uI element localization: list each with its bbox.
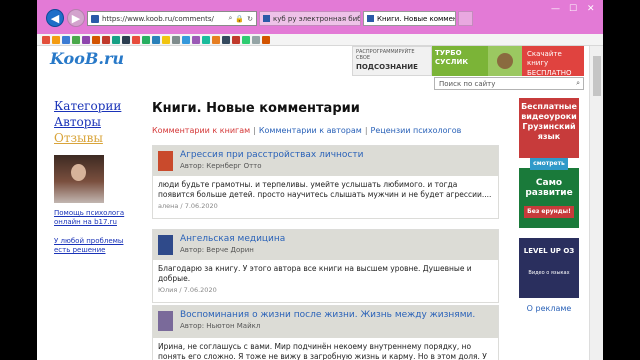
bookmark-icon[interactable] [242,35,250,44]
tab-favicon-icon [367,15,374,22]
favorites-bar [37,34,603,46]
bookmark-icon[interactable] [72,35,80,44]
new-tab-button[interactable] [458,11,473,26]
comment-card-header: Ангельская медицина Автор: Верче Дорин [153,230,498,260]
maximize-icon[interactable]: ☐ [569,4,577,14]
book-cover[interactable] [158,311,173,331]
bookmark-icon[interactable] [142,35,150,44]
ad-level-up[interactable]: LEVEL UP ОЗ Видео о языках [519,238,579,298]
book-author: Автор: Ньютон Майкл [180,322,261,330]
bookmark-icon[interactable] [212,35,220,44]
bookmark-icon[interactable] [152,35,160,44]
subnav-separator: | [253,126,256,135]
comment-text: люди будьте грамотны. и терпеливы. умейт… [158,180,492,199]
comment-meta: алена / 7.06.2020 [158,202,218,210]
browser-titlebar: ◀ ▶ https://www.koob.ru/comments/ ⌕ 🔒 ↻ … [37,0,603,34]
web-page: KooB.ru РАСПРОГРАММИРУЙТЕ СВОЕ ПОДСОЗНАН… [37,46,589,360]
nav-categories-link[interactable]: Категории [54,98,134,114]
left-sidebar: Категории Авторы Отзывы Помощь психолога… [54,98,134,255]
comments-subnav: Комментарии к книгам | Комментарии к автор… [152,126,461,135]
page-title: Книги. Новые комментарии [152,101,360,116]
bookmark-icon[interactable] [132,35,140,44]
comment-card-header: Агрессия при расстройствах личности Авто… [153,146,498,176]
lock-icon[interactable]: 🔒 [235,15,244,23]
search-icon[interactable]: ⌕ [576,79,580,88]
subnav-author-comments[interactable]: Комментарии к авторам [259,126,362,135]
book-cover[interactable] [158,235,173,255]
right-ads-column: Бесплатные видеоуроки Грузинский язык см… [519,98,579,313]
about-ads-link[interactable]: О рекламе [519,304,579,313]
ad-georgian-lessons[interactable]: Бесплатные видеоуроки Грузинский язык см… [519,98,579,170]
refresh-icon[interactable]: ↻ [247,15,253,23]
banner-part3: Скачайте книгу БЕСПЛАТНО [522,46,584,76]
bookmark-icon[interactable] [82,35,90,44]
bookmark-icon[interactable] [92,35,100,44]
gopher-image [488,46,522,76]
comment-text: Ирина, не соглашусь с вами. Мир подчинён… [158,342,487,360]
forward-icon[interactable]: ▶ [67,9,85,27]
psychologist-help-link[interactable]: Помощь психолога онлайн на b17.ru [54,209,134,227]
browser-window: ◀ ▶ https://www.koob.ru/comments/ ⌕ 🔒 ↻ … [37,0,603,360]
subnav-separator: | [364,126,368,135]
bookmark-icon[interactable] [62,35,70,44]
bookmark-icon[interactable] [182,35,190,44]
address-url: https://www.koob.ru/comments/ [102,14,214,23]
minimize-icon[interactable]: — [551,4,560,14]
top-banner-ad[interactable]: РАСПРОГРАММИРУЙТЕ СВОЕ ПОДСОЗНАНИЕ ТУРБО… [352,46,584,76]
comment-card: Ангельская медицина Автор: Верче Дорин Б… [152,229,499,303]
book-author: Автор: Верче Дорин [180,246,254,254]
bookmark-icon[interactable] [102,35,110,44]
bookmark-icon[interactable] [162,35,170,44]
site-search-input[interactable]: Поиск по сайту ⌕ [434,77,584,90]
back-icon[interactable]: ◀ [46,9,64,27]
subnav-psychologist-reviews[interactable]: Рецензии психологов [371,126,462,135]
subnav-book-comments[interactable]: Комментарии к книгам [152,126,250,135]
book-title-link[interactable]: Ангельская медицина [180,234,285,244]
comment-meta: Юлия / 7.06.2020 [158,286,217,294]
bookmark-icon[interactable] [42,35,50,44]
bookmark-icon[interactable] [222,35,230,44]
bookmark-icon[interactable] [192,35,200,44]
nav-authors-link[interactable]: Авторы [54,114,134,130]
psychologist-photo[interactable] [54,155,104,203]
book-cover[interactable] [158,151,173,171]
tab-label: Книги. Новые комментарии [377,14,455,23]
comment-card-header: Воспоминания о жизни после жизни. Жизнь … [153,306,498,338]
book-title-link[interactable]: Воспоминания о жизни после жизни. Жизнь … [180,310,475,320]
comment-text: Благодарю за книгу. У этого автора все к… [158,264,472,283]
ad-self-development[interactable]: Само развитие Без ерунды! [519,168,579,228]
bookmark-icon[interactable] [52,35,60,44]
banner-part2: ТУРБО СУСЛИК [432,46,488,76]
site-logo[interactable]: KooB.ru [50,49,124,68]
address-bar[interactable]: https://www.koob.ru/comments/ ⌕ 🔒 ↻ [87,11,257,26]
close-window-icon[interactable]: ✕ [587,4,595,14]
problem-solution-link[interactable]: У любой проблемы есть решение [54,237,134,255]
bookmark-icon[interactable] [262,35,270,44]
comment-card: Агрессия при расстройствах личности Авто… [152,145,499,219]
banner-part1: РАСПРОГРАММИРУЙТЕ СВОЕ ПОДСОЗНАНИЕ [352,46,432,76]
bookmark-icon[interactable] [112,35,120,44]
bookmark-icon[interactable] [172,35,180,44]
bookmark-icon[interactable] [122,35,130,44]
scrollbar-thumb[interactable] [593,56,601,96]
book-author: Автор: Кернберг Отто [180,162,262,170]
bookmark-icon[interactable] [232,35,240,44]
book-title-link[interactable]: Агрессия при расстройствах личности [180,150,363,160]
tab-koob-library[interactable]: куб ру электронная библиот... [259,11,361,26]
site-favicon [91,14,99,23]
nav-reviews-link[interactable]: Отзывы [54,130,134,146]
tab-favicon-icon [263,15,270,22]
tab-label: куб ру электронная библиот... [273,14,360,23]
search-icon[interactable]: ⌕ [228,14,232,23]
tab-new-comments[interactable]: Книги. Новые комментарии × [363,11,456,26]
bookmark-icon[interactable] [202,35,210,44]
bookmark-icon[interactable] [252,35,260,44]
comment-card: Воспоминания о жизни после жизни. Жизнь … [152,305,499,360]
vertical-scrollbar[interactable] [589,46,603,360]
